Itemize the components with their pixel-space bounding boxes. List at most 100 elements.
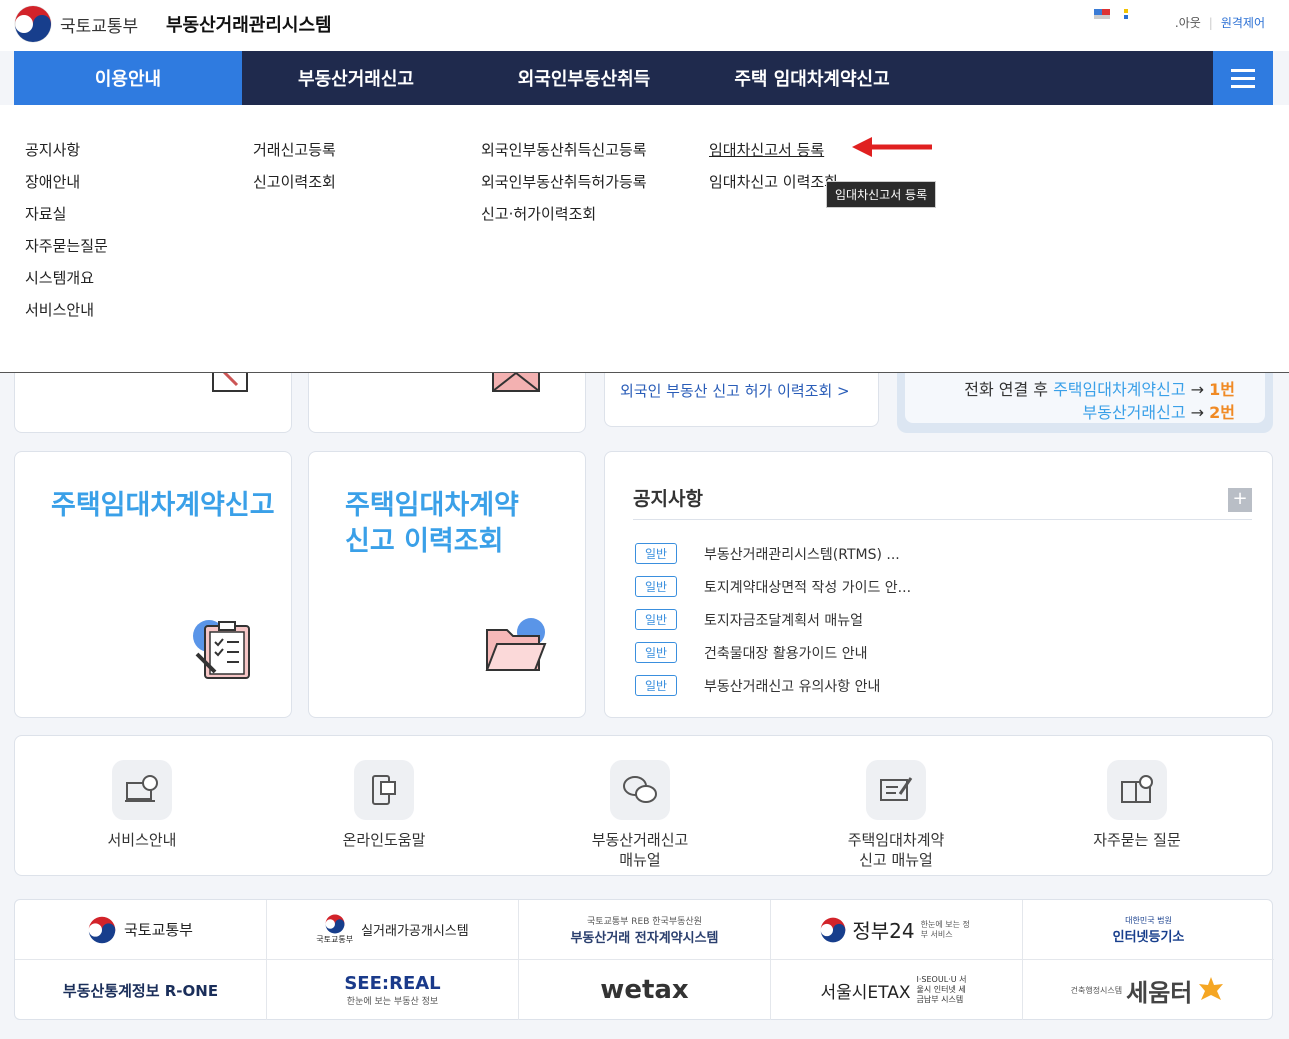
notice-badge: 일반 — [635, 543, 677, 564]
ministry-name[interactable]: 국토교통부 — [60, 12, 138, 37]
quick-lease-manual[interactable]: 주택임대차계약 신고 매뉴얼 — [816, 760, 976, 870]
nav-transaction-report[interactable]: 부동산거래신고 — [242, 51, 470, 105]
menu-notice[interactable]: 공지사항 — [25, 141, 108, 160]
menu-transaction-register[interactable]: 거래신고등록 — [253, 141, 336, 160]
banner-seoul-etax-label: 서울시ETAX — [820, 982, 911, 1003]
menu-library[interactable]: 자료실 — [25, 205, 108, 224]
top-links: .아웃 | 원격제어 — [1175, 14, 1265, 31]
notice-text: 부동산거래신고 유의사항 안내 — [704, 678, 881, 695]
menu-foreign-permit-register[interactable]: 외국인부동산취득허가등록 — [481, 173, 647, 192]
phone-guide-line-1: 전화 연결 후 주택임대차계약신고 → 1번 — [964, 380, 1235, 399]
quick-lease-manual-label: 주택임대차계약 신고 매뉴얼 — [847, 831, 945, 869]
menu-system-overview[interactable]: 시스템개요 — [25, 269, 108, 288]
banner-gov24[interactable]: 정부24 한눈에 보는 정부 서비스 — [771, 900, 1023, 960]
banner-wetax-label: wetax — [600, 975, 689, 1005]
nav-foreign-acquisition[interactable]: 외국인부동산취득 — [470, 51, 698, 105]
menu-foreign-history[interactable]: 신고·허가이력조회 — [481, 205, 647, 224]
book-info-icon — [1121, 775, 1153, 803]
banner-iros[interactable]: 대한민국 법원 인터넷등기소 — [1023, 900, 1274, 960]
hamburger-icon — [1231, 68, 1255, 72]
notice-badge: 일반 — [635, 675, 677, 696]
menu-service-guide[interactable]: 서비스안내 — [25, 301, 108, 320]
ministry-logo-icon — [88, 916, 116, 943]
notice-badge: 일반 — [635, 576, 677, 597]
hamburger-menu-button[interactable] — [1213, 51, 1273, 105]
notice-item[interactable]: 일반 토지자금조달계획서 매뉴얼 — [635, 603, 911, 636]
menu-foreign-report-register[interactable]: 외국인부동산취득신고등록 — [481, 141, 647, 160]
banner-real-price-sub: 국토교통부 — [316, 935, 354, 944]
lease-report-card-title: 주택임대차계약신고 — [51, 490, 275, 521]
banner-rone-label: 부동산통계정보 R-ONE — [62, 981, 219, 1000]
quick-online-help-label: 온라인도움말 — [342, 831, 426, 849]
clipboard-icon — [193, 620, 250, 679]
ministry-logo-icon — [325, 914, 345, 934]
related-sites-banners: 국토교통부 국토교통부 실거래가공개시스템 국토교통부 REB 한국부동산원 부… — [14, 899, 1274, 1020]
system-title[interactable]: 부동산거래관리시스템 — [166, 11, 332, 37]
quick-links-panel: 서비스안내 온라인도움말 부동산거래신고 매뉴얼 주택임대차계약 신고 매뉴얼 … — [14, 735, 1273, 876]
menu-lease-register[interactable]: 임대차신고서 등록 — [709, 141, 838, 160]
phone-doc-icon — [372, 775, 396, 805]
notice-item[interactable]: 일반 토지계약대상면적 작성 가이드 안... — [635, 570, 911, 603]
nav-lease-report[interactable]: 주택 임대차계약신고 — [698, 51, 926, 105]
quick-faq-label: 자주묻는 질문 — [1093, 831, 1181, 849]
notice-item[interactable]: 일반 부동산거래신고 유의사항 안내 — [635, 669, 911, 702]
quick-service-guide[interactable]: 서비스안내 — [62, 760, 222, 850]
mega-col-lease: 임대차신고서 등록 임대차신고 이력조회 — [709, 141, 838, 192]
foreign-history-label: 외국인 부동산 신고 허가 이력조회 > — [620, 382, 850, 400]
lease-report-card[interactable]: 주택임대차계약신고 — [14, 451, 292, 718]
notice-text: 부동산거래관리시스템(RTMS) ... — [704, 546, 900, 563]
divider: | — [1208, 15, 1213, 30]
notice-text: 건축물대장 활용가이드 안내 — [704, 645, 868, 662]
notice-item[interactable]: 일반 부동산거래관리시스템(RTMS) ... — [635, 537, 911, 570]
banner-gov24-sub: 한눈에 보는 정부 서비스 — [920, 919, 970, 939]
about-link[interactable]: .아웃 — [1175, 14, 1201, 31]
banner-real-price-label: 실거래가공개시스템 — [361, 924, 469, 939]
banner-seoul-etax[interactable]: 서울시ETAX I·SEOUL·U 서울시 인터넷 세금납부 시스템 — [771, 960, 1023, 1020]
ministry-logo-icon[interactable] — [14, 5, 52, 43]
notice-list: 일반 부동산거래관리시스템(RTMS) ... 일반 토지계약대상면적 작성 가… — [635, 537, 911, 702]
monitor-chat-icon — [125, 775, 158, 802]
quick-online-help[interactable]: 온라인도움말 — [304, 760, 464, 850]
phone-guide-line-2: 부동산거래신고 → 2번 — [1082, 403, 1235, 422]
quick-transaction-manual-label: 부동산거래신고 매뉴얼 — [591, 831, 689, 869]
gov24-logo-icon — [821, 917, 846, 942]
banner-seumteo-label: 세움터 — [1126, 978, 1193, 1007]
banner-e-contract-label: 부동산거래 전자계약시스템 — [570, 930, 719, 946]
maple-leaf-icon — [1199, 977, 1224, 1000]
banner-rone[interactable]: 부동산통계정보 R-ONE — [15, 960, 267, 1020]
menu-faq[interactable]: 자주묻는질문 — [25, 237, 108, 256]
banner-gov24-label: 정부24 — [852, 919, 915, 943]
mega-col-usage: 공지사항 장애안내 자료실 자주묻는질문 시스템개요 서비스안내 — [25, 141, 108, 320]
language-flags-icon[interactable] — [1094, 9, 1134, 21]
pen-doc-icon — [880, 777, 913, 801]
banner-seereal[interactable]: SEE:REAL 한눈에 보는 부동산 정보 — [267, 960, 519, 1020]
lease-history-card[interactable]: 주택임대차계약 신고 이력조회 — [308, 451, 586, 718]
menu-transaction-history[interactable]: 신고이력조회 — [253, 173, 336, 192]
menu-lease-history[interactable]: 임대차신고 이력조회 — [709, 173, 838, 192]
remote-control-link[interactable]: 원격제어 — [1221, 14, 1265, 31]
menu-outage[interactable]: 장애안내 — [25, 173, 108, 192]
banner-molit[interactable]: 국토교통부 — [15, 900, 267, 960]
banner-real-price[interactable]: 국토교통부 실거래가공개시스템 — [267, 900, 519, 960]
banner-molit-label: 국토교통부 — [123, 921, 193, 939]
speech-bubbles-icon — [623, 776, 657, 803]
banner-seumteo[interactable]: 건축행정시스템 세움터 — [1023, 960, 1274, 1020]
quick-transaction-manual[interactable]: 부동산거래신고 매뉴얼 — [560, 760, 720, 870]
quick-faq[interactable]: 자주묻는 질문 — [1057, 760, 1217, 850]
notice-text: 토지계약대상면적 작성 가이드 안... — [704, 579, 912, 596]
mega-menu-dropdown: 공지사항 장애안내 자료실 자주묻는질문 시스템개요 서비스안내 거래신고등록 … — [0, 105, 1289, 373]
notice-title: 공지사항 — [633, 488, 703, 510]
notice-badge: 일반 — [635, 609, 677, 630]
notice-badge: 일반 — [635, 642, 677, 663]
tooltip: 임대차신고서 등록 — [826, 181, 937, 208]
notice-more-button[interactable]: + — [1228, 488, 1252, 512]
nav-usage-guide[interactable]: 이용안내 — [14, 51, 242, 105]
notice-item[interactable]: 일반 건축물대장 활용가이드 안내 — [635, 636, 911, 669]
banner-e-contract[interactable]: 국토교통부 REB 한국부동산원 부동산거래 전자계약시스템 — [519, 900, 771, 960]
mega-col-transaction: 거래신고등록 신고이력조회 — [253, 141, 336, 192]
notice-divider — [633, 519, 1252, 520]
red-arrow-icon — [852, 137, 932, 157]
banner-wetax[interactable]: wetax — [519, 960, 771, 1020]
main-nav: 이용안내 부동산거래신고 외국인부동산취득 주택 임대차계약신고 — [14, 51, 1273, 105]
banner-iros-label: 인터넷등기소 — [1112, 929, 1185, 945]
